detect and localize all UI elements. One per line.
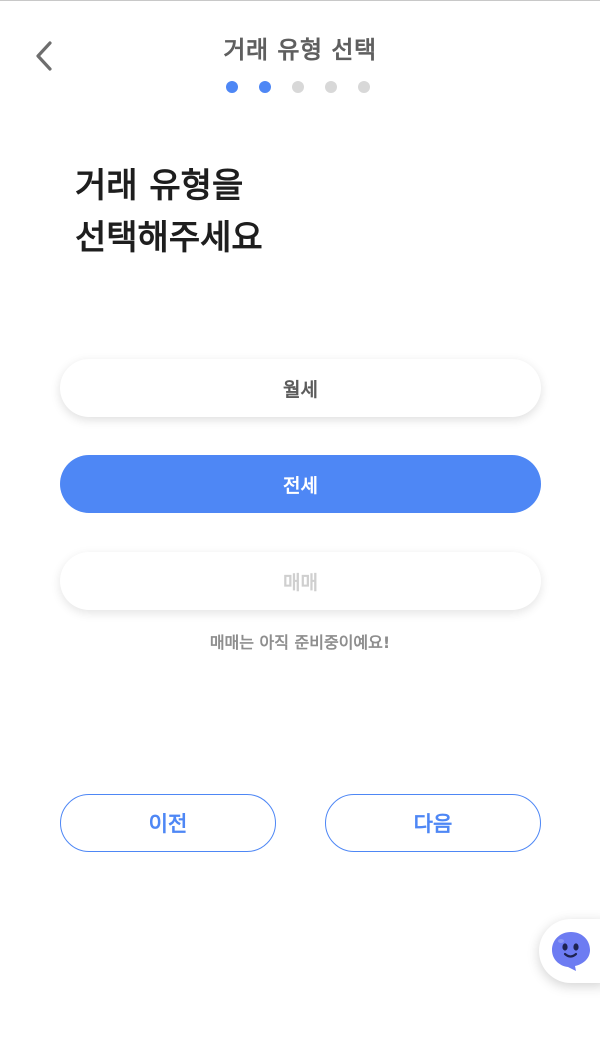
chatbot-button[interactable]	[539, 919, 600, 983]
option-jeonse-button[interactable]: 전세	[60, 455, 541, 513]
option-sale-button: 매매	[60, 552, 541, 610]
sale-unavailable-notice: 매매는 아직 준비중이예요!	[209, 633, 391, 652]
page-title: 거래 유형 선택	[223, 36, 377, 64]
main-heading: 거래 유형을 선택해주세요	[75, 160, 263, 264]
prev-button[interactable]: 이전	[60, 794, 276, 852]
ghost-chat-icon	[552, 932, 590, 971]
step-progress-indicator	[226, 81, 370, 93]
progress-dot	[259, 81, 271, 93]
heading-line-1: 거래 유형을	[75, 166, 244, 206]
progress-dot	[325, 81, 337, 93]
heading-line-2: 선택해주세요	[75, 218, 263, 258]
progress-dot	[226, 81, 238, 93]
top-divider	[0, 0, 600, 1]
progress-dot	[292, 81, 304, 93]
next-button[interactable]: 다음	[325, 794, 541, 852]
progress-dot	[358, 81, 370, 93]
option-monthly-rent-button[interactable]: 월세	[60, 359, 541, 417]
